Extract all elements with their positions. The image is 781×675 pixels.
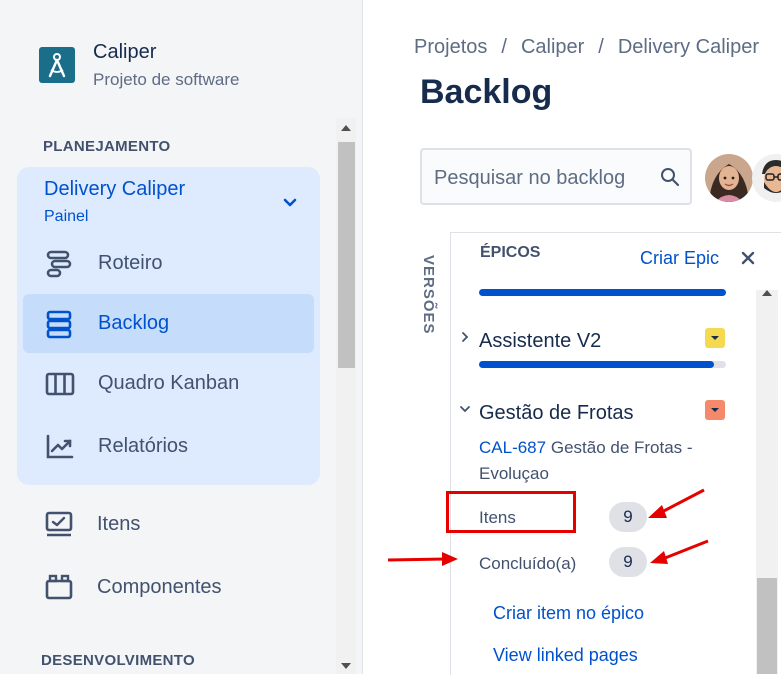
reports-icon	[46, 434, 74, 459]
chevron-down-icon	[711, 408, 719, 412]
breadcrumb-separator: /	[598, 36, 604, 58]
create-epic-link[interactable]: Criar Epic	[640, 248, 719, 269]
close-icon[interactable]	[739, 249, 757, 267]
avatar[interactable]	[752, 154, 781, 202]
chevron-down-icon	[711, 336, 719, 340]
annotation-arrow-icon	[387, 552, 458, 566]
breadcrumb-item-project[interactable]: Caliper	[521, 36, 584, 58]
page-title: Backlog	[420, 73, 553, 111]
section-heading-development: DESENVOLVIMENTO	[41, 652, 195, 669]
sidebar-item-roadmap[interactable]: Roteiro	[23, 234, 314, 293]
epic-stat-count-done: 9	[609, 547, 647, 577]
sidebar-item-label: Itens	[97, 513, 141, 535]
sidebar-item-label: Quadro Kanban	[98, 372, 240, 394]
sidebar-item-label: Backlog	[98, 312, 170, 334]
breadcrumb-separator: /	[501, 36, 507, 58]
breadcrumb-item-board[interactable]: Delivery Caliper	[618, 36, 759, 58]
sidebar: Caliper Projeto de software PLANEJAMENTO…	[0, 0, 363, 674]
user-avatar-image	[705, 154, 753, 202]
sidebar-item-components[interactable]: Componentes	[22, 558, 313, 617]
project-type: Projeto de software	[93, 70, 240, 89]
project-avatar[interactable]	[39, 47, 75, 83]
view-linked-pages-link[interactable]: View linked pages	[493, 645, 638, 666]
sidebar-item-backlog[interactable]: Backlog	[23, 294, 314, 353]
sidebar-item-label: Roteiro	[98, 252, 163, 274]
chevron-right-icon[interactable]	[459, 331, 471, 343]
chevron-down-icon[interactable]	[280, 193, 300, 213]
issues-icon	[45, 511, 73, 537]
epic-stat-label-done: Concluído(a)	[479, 554, 577, 573]
epic-progress-bar	[479, 361, 714, 368]
epic-progress-bar	[479, 289, 726, 296]
kanban-board-icon	[45, 372, 75, 396]
epic-color-menu[interactable]	[705, 328, 725, 348]
epic-name-gestao-de-frotas[interactable]: Gestão de Frotas	[479, 402, 634, 425]
avatar[interactable]	[705, 154, 753, 202]
components-icon	[45, 574, 73, 600]
scroll-up-arrow-icon[interactable]	[761, 288, 773, 298]
board-switcher-name[interactable]: Delivery Caliper	[44, 178, 185, 201]
breadcrumb: Projetos / Caliper / Delivery Caliper	[414, 36, 759, 59]
sidebar-item-label: Relatórios	[98, 435, 189, 457]
search-box[interactable]	[420, 148, 692, 205]
epic-stat-count-items: 9	[609, 502, 647, 532]
epics-panel-scrollbar-thumb[interactable]	[757, 578, 777, 674]
sidebar-scrollbar-thumb[interactable]	[338, 142, 355, 368]
sidebar-item-issues[interactable]: Itens	[22, 495, 313, 554]
epic-issue-key[interactable]: CAL-687	[479, 438, 546, 457]
project-name: Caliper	[93, 41, 157, 63]
sidebar-item-label: Componentes	[97, 576, 222, 598]
epic-color-menu[interactable]	[705, 400, 725, 420]
epic-name-assistente-v2[interactable]: Assistente V2	[479, 330, 601, 353]
chevron-down-icon[interactable]	[459, 403, 471, 415]
breadcrumb-item-projects[interactable]: Projetos	[414, 36, 487, 58]
epics-panel-title: ÉPICOS	[480, 244, 541, 261]
board-switcher-subtitle: Painel	[44, 208, 89, 225]
annotation-highlight-box	[446, 491, 576, 533]
epic-issue-link: CAL-687 Gestão de Frotas - Evoluçao	[479, 435, 719, 487]
search-input[interactable]	[432, 163, 656, 193]
roadmap-icon	[46, 250, 72, 278]
scroll-down-arrow-icon[interactable]	[340, 661, 352, 671]
versions-tab[interactable]: VERSÕES	[420, 255, 448, 345]
user-avatar-image	[752, 154, 781, 202]
backlog-icon	[46, 310, 72, 339]
sidebar-item-kanban-board[interactable]: Quadro Kanban	[23, 354, 314, 413]
search-icon[interactable]	[660, 167, 680, 187]
caliper-logo-icon	[48, 53, 66, 78]
sidebar-item-reports[interactable]: Relatórios	[23, 417, 314, 476]
versions-tab-label: VERSÕES	[420, 255, 437, 335]
create-issue-in-epic-link[interactable]: Criar item no épico	[493, 603, 644, 624]
section-heading-planning: PLANEJAMENTO	[43, 138, 171, 155]
scroll-up-arrow-icon[interactable]	[340, 123, 352, 133]
